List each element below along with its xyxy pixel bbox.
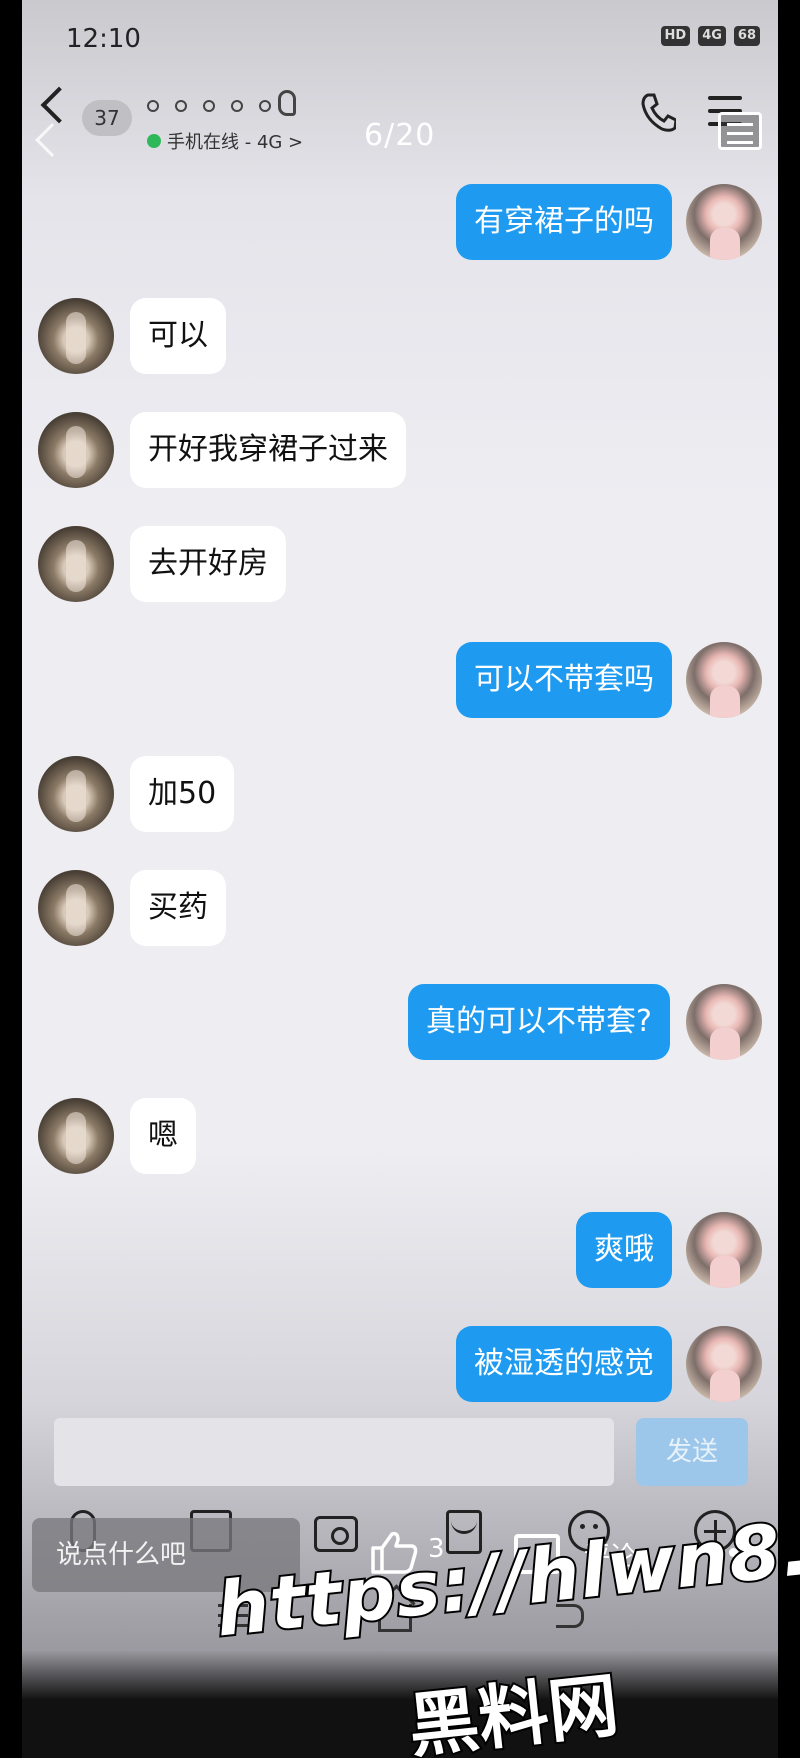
message-bubble[interactable]: 买药 — [130, 870, 226, 946]
back-icon[interactable] — [40, 86, 78, 124]
message-bubble[interactable]: 有穿裙子的吗 — [456, 184, 672, 260]
status-time: 12:10 — [66, 24, 141, 54]
message-bubble[interactable]: 被湿透的感觉 — [456, 1326, 672, 1402]
message-bubble[interactable]: 可以 — [130, 298, 226, 374]
message-bubble[interactable]: 嗯 — [130, 1098, 196, 1174]
battery-icon: 68 — [733, 26, 760, 46]
contact-avatar[interactable] — [38, 756, 114, 832]
message-bubble[interactable]: 去开好房 — [130, 526, 286, 602]
contact-avatar[interactable] — [38, 298, 114, 374]
message-bubble[interactable]: 加50 — [130, 756, 235, 832]
contact-avatar[interactable] — [38, 870, 114, 946]
online-dot-icon — [147, 134, 161, 148]
my-avatar[interactable] — [686, 1212, 762, 1288]
contact-avatar[interactable] — [38, 1098, 114, 1174]
contact-name-dots[interactable] — [147, 100, 271, 112]
online-status[interactable]: 手机在线 - 4G > — [147, 128, 303, 154]
page-counter: 6/20 — [364, 118, 436, 153]
message-bubble[interactable]: 爽哦 — [576, 1212, 672, 1288]
camera-icon[interactable] — [314, 1516, 358, 1552]
ear-icon — [278, 90, 296, 116]
my-avatar[interactable] — [686, 184, 762, 260]
message-input[interactable] — [54, 1418, 614, 1486]
status-indicators: HD 4G 68 — [660, 26, 760, 46]
my-avatar[interactable] — [686, 642, 762, 718]
contact-avatar[interactable] — [38, 526, 114, 602]
chat-screen: 12:10 HD 4G 68 37 手机在线 - 4G > 6/20 有穿裙子的… — [22, 0, 778, 1758]
status-hd: HD — [660, 26, 691, 46]
send-button[interactable]: 发送 — [636, 1418, 748, 1486]
status-network: 4G — [698, 26, 726, 46]
my-avatar[interactable] — [686, 1326, 762, 1402]
my-avatar[interactable] — [686, 984, 762, 1060]
online-status-text: 手机在线 - 4G > — [167, 132, 304, 153]
phone-icon[interactable] — [640, 92, 676, 132]
message-bubble[interactable]: 真的可以不带套? — [408, 984, 670, 1060]
viewer-icon[interactable] — [718, 112, 762, 150]
contact-avatar[interactable] — [38, 412, 114, 488]
unread-badge: 37 — [82, 100, 132, 136]
viewer-back-icon[interactable] — [35, 123, 69, 157]
message-bubble[interactable]: 开好我穿裙子过来 — [130, 412, 406, 488]
message-bubble[interactable]: 可以不带套吗 — [456, 642, 672, 718]
